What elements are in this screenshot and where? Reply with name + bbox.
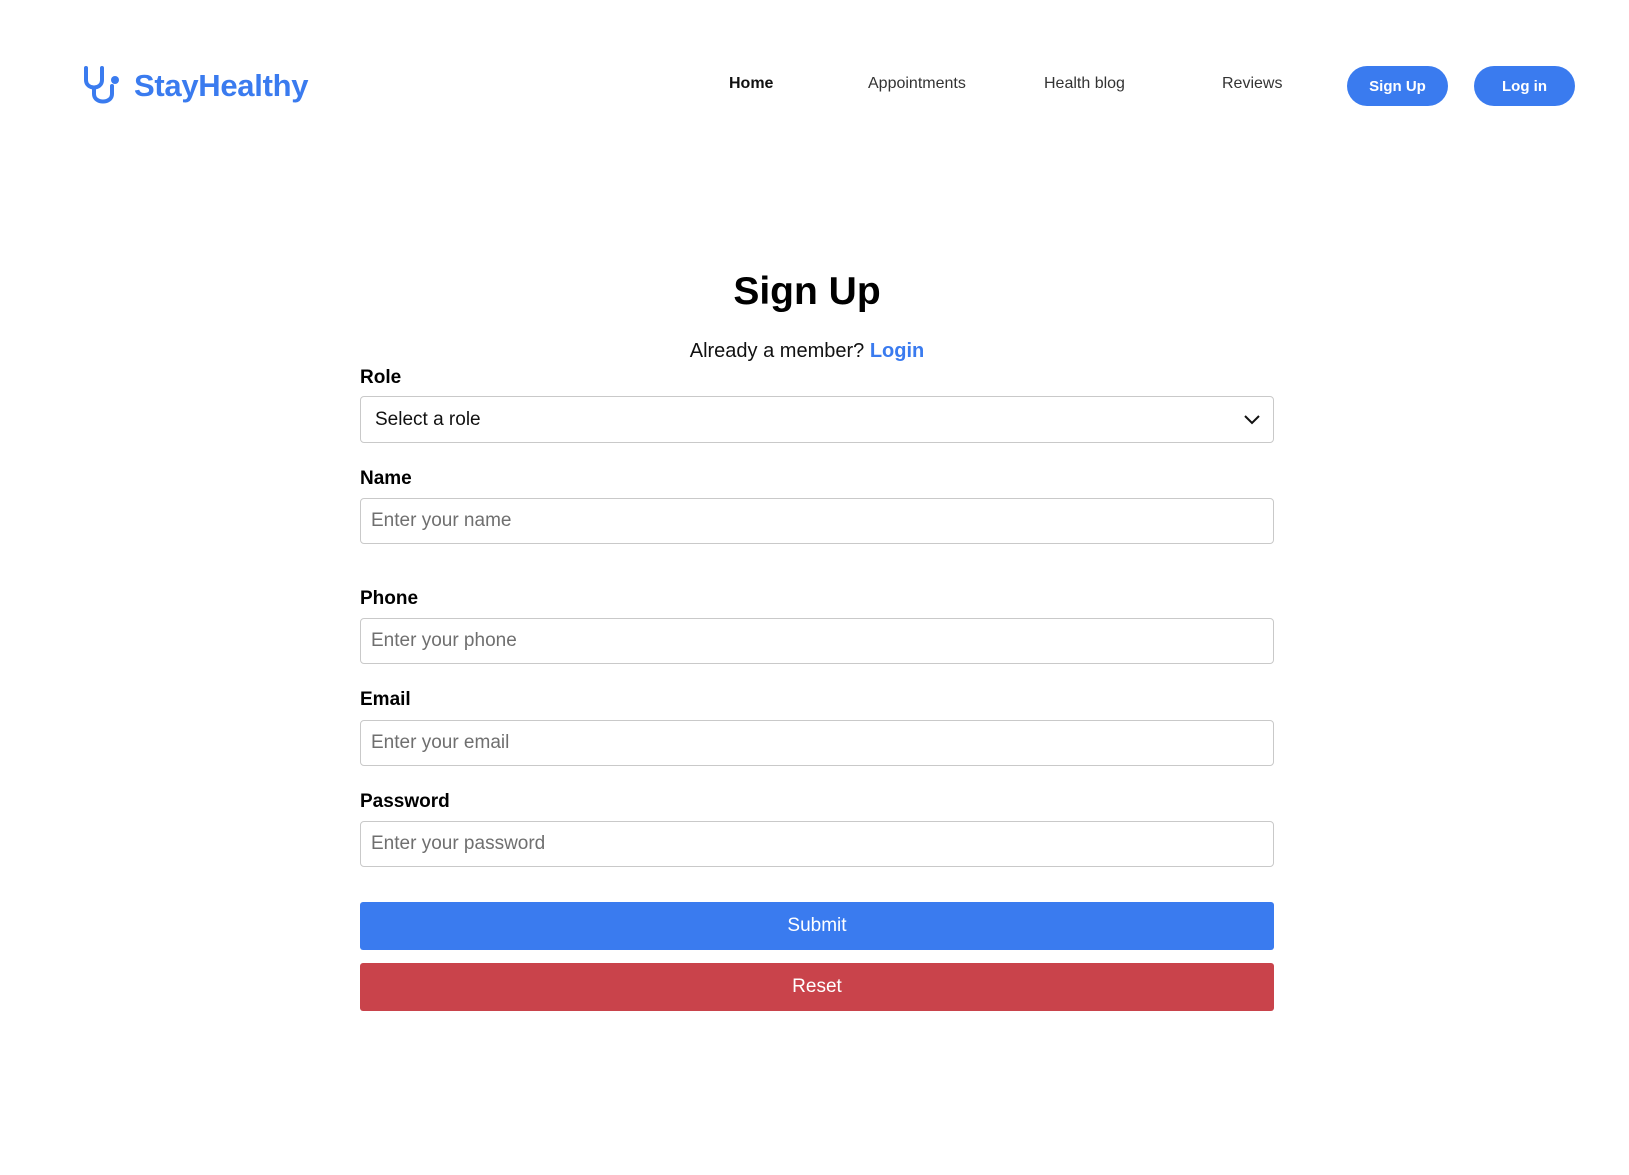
nav-login-button[interactable]: Log in [1474, 66, 1575, 106]
submit-button[interactable]: Submit [360, 902, 1274, 950]
phone-label: Phone [360, 588, 419, 609]
role-select-value: Select a role [375, 408, 481, 430]
nav-link-home[interactable]: Home [729, 75, 773, 93]
email-label: Email [360, 689, 411, 710]
page-title: Sign Up [733, 270, 881, 313]
role-select[interactable]: Select a role [360, 396, 1274, 443]
password-field[interactable] [360, 821, 1274, 867]
member-line: Already a member? Login [0, 340, 1614, 363]
nav-link-appointments[interactable]: Appointments [868, 75, 966, 93]
member-text: Already a member? [689, 340, 865, 362]
brand-name: StayHealthy [134, 68, 309, 103]
password-label: Password [360, 791, 450, 812]
name-label: Name [360, 468, 412, 489]
nav-link-health-blog[interactable]: Health blog [1044, 75, 1125, 93]
nav-signup-button[interactable]: Sign Up [1347, 66, 1448, 106]
login-link[interactable]: Login [870, 340, 924, 362]
page: StayHealthy Home Appointments Health blo… [0, 0, 1629, 1175]
reset-button[interactable]: Reset [360, 963, 1274, 1011]
chevron-down-icon [1244, 414, 1260, 424]
name-field[interactable] [360, 498, 1274, 544]
role-label: Role [360, 367, 402, 388]
stethoscope-icon [84, 66, 119, 104]
nav-link-reviews[interactable]: Reviews [1222, 75, 1282, 93]
phone-field[interactable] [360, 618, 1274, 664]
email-field[interactable] [360, 720, 1274, 766]
brand-logo[interactable]: StayHealthy [80, 64, 308, 108]
